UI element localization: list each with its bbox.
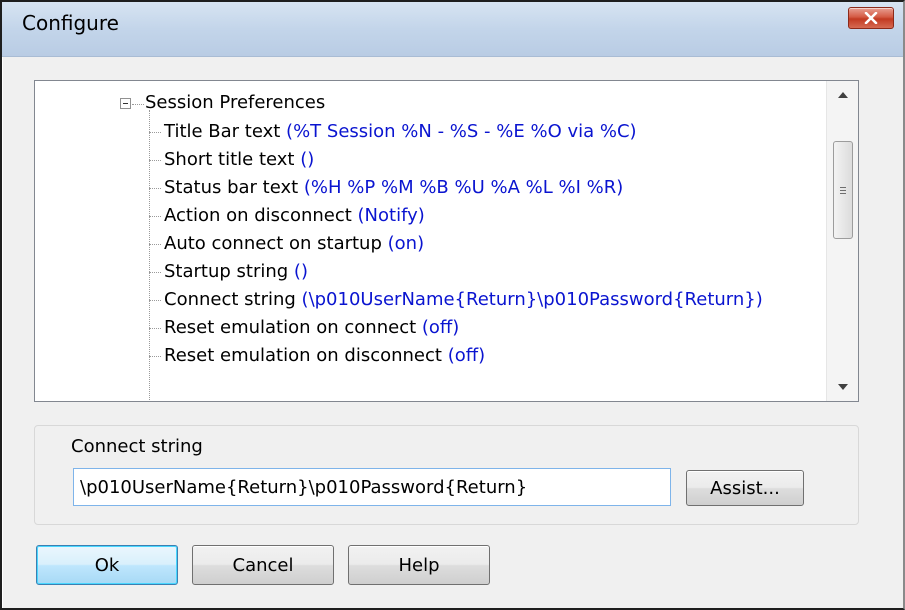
tree-item-value: (%T Session %N - %S - %E %O via %C): [286, 121, 637, 142]
configure-dialog: Configure Session Preferences Title Bar …: [0, 0, 905, 610]
tree-scrollbar[interactable]: [826, 81, 858, 401]
scroll-up-button[interactable]: [827, 81, 858, 109]
tree-connector: [149, 327, 161, 329]
tree-item-label: Auto connect on startup: [164, 233, 388, 254]
window-title: Configure: [22, 11, 119, 35]
tree-item-value: (%H %P %M %B %U %A %L %I %R): [303, 177, 624, 198]
tree-connector: [149, 355, 161, 357]
arrow-down-icon: [838, 384, 848, 390]
help-button[interactable]: Help: [348, 545, 490, 585]
tree-item-status-bar-text[interactable]: Status bar text (%H %P %M %B %U %A %L %I…: [149, 175, 623, 201]
close-button[interactable]: [848, 7, 894, 29]
tree-item-value: (\p010UserName{Return}\p010Password{Retu…: [301, 289, 763, 310]
tree-item-connect-string[interactable]: Connect string (\p010UserName{Return}\p0…: [149, 287, 763, 313]
tree-item-label: Startup string: [164, 261, 294, 282]
tree-item-label: Short title text: [164, 149, 301, 170]
tree-connector: [149, 187, 161, 189]
ok-button[interactable]: Ok: [36, 545, 178, 585]
arrow-up-icon: [838, 92, 848, 98]
tree-connector: [149, 215, 161, 217]
tree-item-value: (off): [421, 317, 460, 338]
close-x-icon: [864, 12, 878, 24]
tree-item-value: (): [293, 261, 308, 282]
tree-content: Session Preferences Title Bar text (%T S…: [35, 81, 827, 401]
tree-item-auto-connect-on-startup[interactable]: Auto connect on startup (on): [149, 231, 424, 257]
tree-item-reset-emulation-on-connect[interactable]: Reset emulation on connect (off): [149, 315, 459, 341]
tree-item-value: (off): [447, 345, 486, 366]
tree-item-label: Connect string: [164, 289, 302, 310]
tree-root-session-preferences[interactable]: Session Preferences: [145, 92, 325, 113]
tree-connector: [132, 104, 144, 105]
tree-item-action-on-disconnect[interactable]: Action on disconnect (Notify): [149, 203, 425, 229]
cancel-button[interactable]: Cancel: [192, 545, 334, 585]
tree-item-label: Reset emulation on disconnect: [164, 345, 448, 366]
tree-item-label: Status bar text: [164, 177, 304, 198]
preferences-tree[interactable]: Session Preferences Title Bar text (%T S…: [34, 80, 859, 402]
tree-connector: [149, 159, 161, 161]
tree-item-title-bar-text[interactable]: Title Bar text (%T Session %N - %S - %E …: [149, 119, 637, 145]
tree-item-label: Action on disconnect: [164, 205, 358, 226]
connect-string-group: Connect string Assist...: [34, 425, 859, 525]
tree-item-label: Title Bar text: [164, 121, 287, 142]
tree-connector: [149, 131, 161, 133]
tree-item-label: Reset emulation on connect: [164, 317, 422, 338]
assist-button[interactable]: Assist...: [686, 470, 804, 506]
grip-icon: [840, 185, 846, 196]
tree-connector: [149, 243, 161, 245]
tree-item-value: (Notify): [357, 205, 425, 226]
scroll-down-button[interactable]: [827, 373, 858, 401]
title-bar[interactable]: Configure: [2, 2, 903, 57]
tree-connector: [149, 271, 161, 273]
connect-string-input[interactable]: [73, 468, 671, 506]
connect-string-label: Connect string: [71, 436, 203, 457]
tree-item-short-title-text[interactable]: Short title text (): [149, 147, 314, 173]
tree-item-startup-string[interactable]: Startup string (): [149, 259, 308, 285]
tree-item-reset-emulation-on-disconnect[interactable]: Reset emulation on disconnect (off): [149, 343, 485, 369]
collapse-toggle-icon[interactable]: [120, 98, 131, 109]
tree-connector: [149, 299, 161, 301]
tree-item-value: (on): [387, 233, 425, 254]
tree-item-value: (): [300, 149, 315, 170]
scrollbar-thumb[interactable]: [833, 141, 853, 239]
